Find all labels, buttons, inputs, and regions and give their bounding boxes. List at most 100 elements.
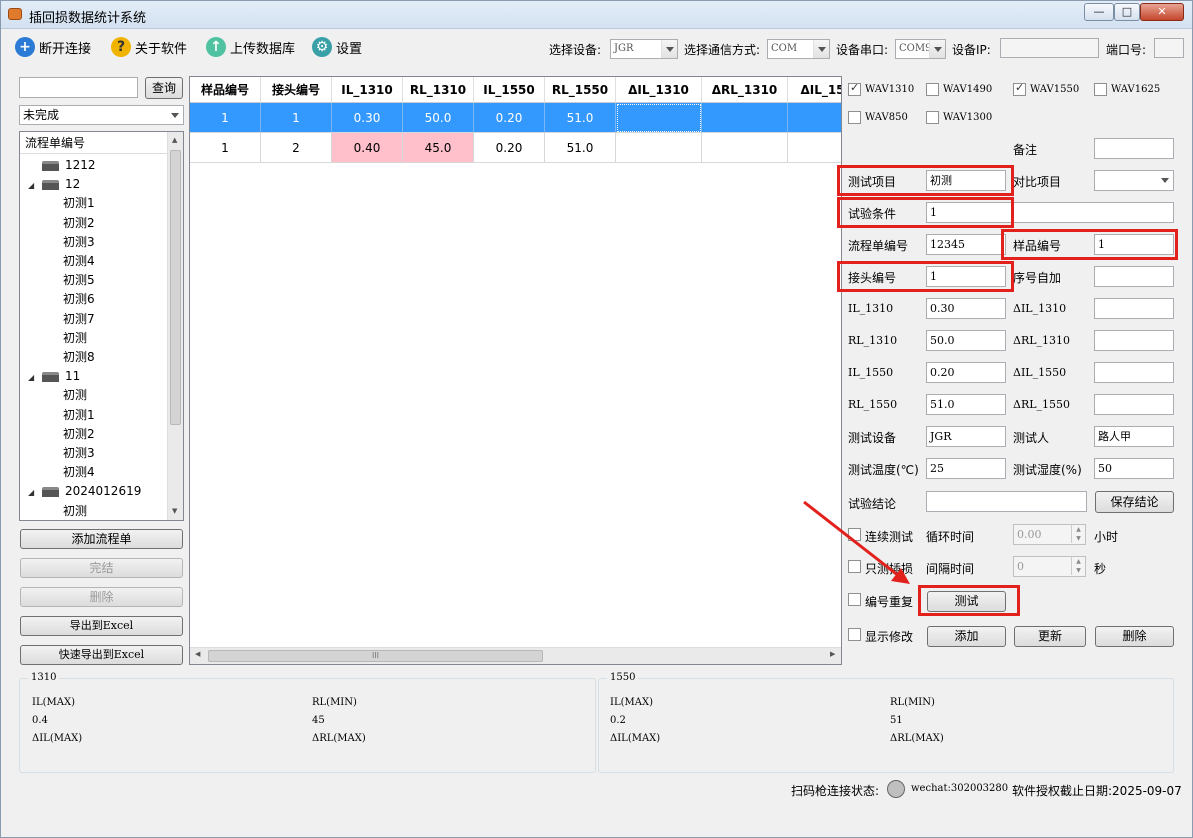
expand-toggle-icon[interactable]: ◢ — [28, 368, 34, 387]
wavelength-checkbox[interactable] — [1094, 83, 1107, 96]
delta-rl1310-input[interactable] — [1094, 330, 1174, 351]
tree-node-test[interactable]: 初测5 — [63, 271, 95, 290]
minimize-button[interactable]: — — [1084, 3, 1114, 21]
table-cell[interactable]: 1 — [190, 133, 261, 163]
table-cell[interactable]: 0.20 — [474, 133, 545, 163]
table-cell[interactable]: 0.20 — [474, 103, 545, 133]
table-cell[interactable]: 0.40 — [332, 133, 403, 163]
tree-node-test[interactable]: 初测8 — [63, 348, 95, 367]
table-cell[interactable]: 1 — [261, 103, 332, 133]
tree-node-test[interactable]: 初测2 — [63, 425, 95, 444]
update-button[interactable]: 更新 — [1014, 626, 1086, 647]
scroll-left-icon[interactable]: ◀ — [195, 650, 200, 658]
spin-up-icon[interactable]: ▲ — [1071, 525, 1085, 534]
grid-hscroll[interactable]: ◀ III ▶ — [190, 647, 841, 664]
conclusion-input[interactable] — [926, 491, 1087, 512]
temperature-input[interactable]: 25 — [926, 458, 1006, 479]
add-button[interactable]: 添加 — [927, 626, 1006, 647]
table-cell[interactable]: 1 — [190, 103, 261, 133]
port-select[interactable]: COM9 — [895, 39, 946, 59]
tree-node-flow[interactable]: ◢ 2024012619 — [28, 482, 141, 501]
table-cell[interactable] — [788, 103, 841, 133]
wavelength-checkbox[interactable] — [926, 83, 939, 96]
comm-select[interactable]: COM — [767, 39, 830, 59]
il1550-input[interactable]: 0.20 — [926, 362, 1006, 383]
add-flow-button[interactable]: 添加流程单 — [20, 529, 183, 549]
save-conclusion-button[interactable]: 保存结论 — [1095, 491, 1174, 513]
seq-auto-input[interactable] — [1094, 266, 1174, 287]
table-cell[interactable]: 51.0 — [545, 133, 616, 163]
humidity-input[interactable]: 50 — [1094, 458, 1174, 479]
table-cell[interactable]: 45.0 — [403, 133, 474, 163]
delta-il1550-input[interactable] — [1094, 362, 1174, 383]
export-excel-button[interactable]: 导出到Excel — [20, 616, 183, 636]
scroll-down-icon[interactable]: ▼ — [172, 507, 177, 515]
tree-node-test[interactable]: 初测4 — [63, 463, 95, 482]
scroll-right-icon[interactable]: ▶ — [830, 650, 835, 658]
delete-flow-button[interactable]: 删除 — [20, 587, 183, 607]
delta-rl1550-input[interactable] — [1094, 394, 1174, 415]
il1310-input[interactable]: 0.30 — [926, 298, 1006, 319]
tree-node-test[interactable]: 初测3 — [63, 233, 95, 252]
table-cell[interactable]: 0.30 — [332, 103, 403, 133]
column-header[interactable]: ΔIL_1310 — [616, 77, 702, 103]
column-header[interactable]: IL_1550 — [474, 77, 545, 103]
quick-export-button[interactable]: 快速导出到Excel — [20, 645, 183, 665]
wavelength-checkbox[interactable] — [1013, 81, 1026, 96]
tree-node-test[interactable]: 初测 — [63, 386, 87, 405]
table-cell[interactable] — [616, 133, 702, 163]
tester-input[interactable]: 路人甲 — [1094, 426, 1174, 447]
interval-time-spinner[interactable]: 0 ▲ ▼ — [1013, 556, 1086, 577]
tree-node-test[interactable]: 初测1 — [63, 194, 95, 213]
table-cell[interactable] — [702, 133, 788, 163]
rl1310-input[interactable]: 50.0 — [926, 330, 1006, 351]
tree-node-flow[interactable]: 1212 — [42, 156, 96, 175]
table-cell[interactable] — [788, 133, 841, 163]
wavelength-checkbox[interactable] — [848, 111, 861, 124]
delete-button[interactable]: 删除 — [1095, 626, 1174, 647]
table-cell[interactable]: 2 — [261, 133, 332, 163]
status-filter-select[interactable]: 未完成 — [19, 105, 184, 125]
tree-scroll-thumb[interactable] — [170, 150, 181, 425]
tree-node-test[interactable]: 初测6 — [63, 290, 95, 309]
flow-number-input[interactable]: 12345 — [926, 234, 1006, 255]
about-button[interactable]: ? 关于软件 — [111, 36, 187, 58]
query-button[interactable]: 查询 — [145, 77, 183, 99]
column-header[interactable]: IL_1310 — [332, 77, 403, 103]
column-header[interactable]: 样品编号 — [190, 77, 261, 103]
spin-down-icon[interactable]: ▼ — [1071, 566, 1085, 575]
tree-node-flow[interactable]: ◢ 12 — [28, 175, 80, 194]
search-input[interactable] — [19, 77, 138, 98]
scroll-up-icon[interactable]: ▲ — [172, 136, 177, 144]
tree-vscroll[interactable]: ▲ ▼ — [167, 132, 183, 520]
wavelength-checkbox[interactable] — [926, 111, 939, 124]
settings-button[interactable]: ⚙ 设置 — [312, 36, 362, 58]
spin-up-icon[interactable]: ▲ — [1071, 557, 1085, 566]
table-cell[interactable]: 50.0 — [403, 103, 474, 133]
tree-node-test[interactable]: 初测4 — [63, 252, 95, 271]
grid-scroll-thumb[interactable]: III — [208, 650, 543, 662]
upload-button[interactable]: ↑ 上传数据库 — [206, 36, 295, 58]
tree-node-test[interactable]: 初测 — [63, 329, 87, 348]
tree-node-test[interactable]: 初测1 — [63, 406, 95, 425]
delta-il1310-input[interactable] — [1094, 298, 1174, 319]
tree-node-test[interactable]: 初测2 — [63, 214, 95, 233]
table-cell[interactable]: 51.0 — [545, 103, 616, 133]
tree-node-test[interactable]: 初测3 — [63, 444, 95, 463]
column-header[interactable]: RL_1550 — [545, 77, 616, 103]
tree-node-test[interactable]: 初测7 — [63, 310, 95, 329]
tree-node-test[interactable]: 初测 — [63, 502, 87, 520]
table-cell[interactable] — [616, 103, 702, 133]
finish-button[interactable]: 完结 — [20, 558, 183, 578]
compare-item-select[interactable] — [1094, 170, 1174, 191]
column-header[interactable]: ΔIL_15 — [788, 77, 841, 103]
tree-node-flow[interactable]: ◢ 11 — [28, 367, 80, 386]
test-device-input[interactable]: JGR — [926, 426, 1006, 447]
expand-toggle-icon[interactable]: ◢ — [28, 176, 34, 195]
duplicate-number-checkbox[interactable] — [848, 593, 861, 606]
column-header[interactable]: 接头编号 — [261, 77, 332, 103]
device-select[interactable]: JGR — [610, 39, 678, 59]
spin-down-icon[interactable]: ▼ — [1071, 534, 1085, 543]
port-number-input[interactable] — [1154, 38, 1184, 58]
wavelength-checkbox[interactable] — [848, 81, 861, 96]
